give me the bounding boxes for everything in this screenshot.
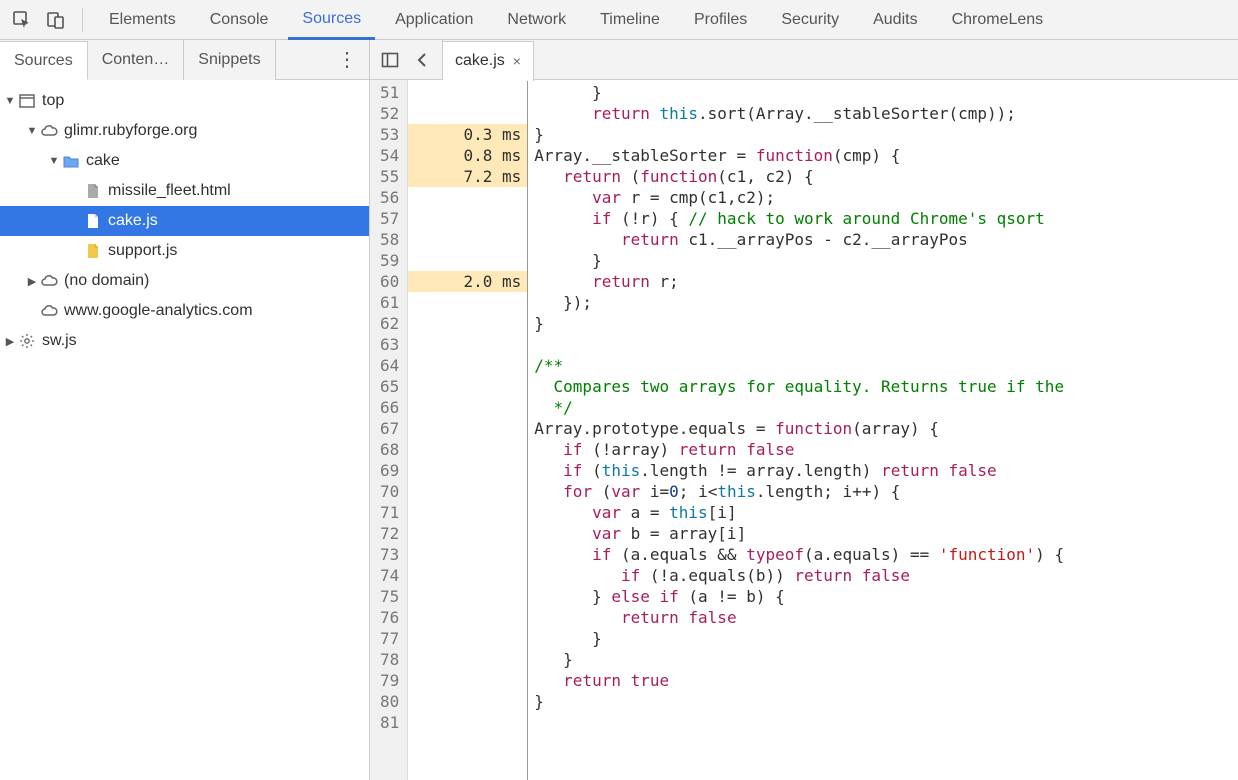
devtools-main-tabs: ElementsConsoleSourcesApplicationNetwork… <box>0 0 1238 40</box>
tree-item-1[interactable]: ▼ glimr.rubyforge.org <box>0 116 369 146</box>
cloud-icon <box>40 302 58 320</box>
tree-item-8[interactable]: ▶ sw.js <box>0 326 369 356</box>
tree-item-label: cake.js <box>108 212 158 230</box>
tree-item-0[interactable]: ▼ top <box>0 86 369 116</box>
sidebar-tabs: SourcesConten…Snippets ⋮ <box>0 40 369 80</box>
toggle-navigator-icon[interactable] <box>376 46 404 74</box>
tree-item-5[interactable]: support.js <box>0 236 369 266</box>
editor-tab-cakejs[interactable]: cake.js × <box>443 41 534 81</box>
cloud-icon <box>40 122 58 140</box>
history-back-icon[interactable] <box>408 46 436 74</box>
editor-tab-title: cake.js <box>455 52 505 70</box>
tree-item-3[interactable]: missile_fleet.html <box>0 176 369 206</box>
disclosure-triangle[interactable]: ▶ <box>26 275 38 288</box>
sources-sidebar: SourcesConten…Snippets ⋮ ▼ top ▼ glimr.ruby… <box>0 40 370 780</box>
side-tab-1[interactable]: Conten… <box>88 40 185 80</box>
disclosure-triangle[interactable]: ▼ <box>48 155 60 167</box>
top-tab-audits[interactable]: Audits <box>859 0 931 40</box>
disclosure-triangle[interactable]: ▼ <box>4 95 16 107</box>
disclosure-triangle[interactable]: ▶ <box>4 335 16 348</box>
tree-item-7[interactable]: www.google-analytics.com <box>0 296 369 326</box>
file-icon <box>84 182 102 200</box>
main-area: SourcesConten…Snippets ⋮ ▼ top ▼ glimr.ruby… <box>0 40 1238 780</box>
file-tree: ▼ top ▼ glimr.rubyforge.org ▼ cake missile_fle… <box>0 80 369 362</box>
side-tab-2[interactable]: Snippets <box>184 40 275 80</box>
code-content[interactable]: } return this.sort(Array.__stableSorter(… <box>528 80 1238 780</box>
top-tab-chromelens[interactable]: ChromeLens <box>938 0 1058 40</box>
top-tab-network[interactable]: Network <box>493 0 580 40</box>
top-tab-security[interactable]: Security <box>767 0 853 40</box>
file-sel-icon <box>84 212 102 230</box>
editor-area: cake.js × 515253545556575859606162636465… <box>370 40 1238 780</box>
top-tab-sources[interactable]: Sources <box>288 0 375 40</box>
top-tab-elements[interactable]: Elements <box>95 0 190 40</box>
inspect-element-icon[interactable] <box>8 6 36 34</box>
top-tab-console[interactable]: Console <box>196 0 283 40</box>
sidebar-more-icon[interactable]: ⋮ <box>325 47 369 72</box>
gear-icon <box>18 332 36 350</box>
cloud-icon <box>40 272 58 290</box>
tree-item-label: missile_fleet.html <box>108 182 231 200</box>
code-viewer[interactable]: 5152535455565758596061626364656667686970… <box>370 80 1238 780</box>
close-tab-icon[interactable]: × <box>513 53 521 69</box>
toggle-device-icon[interactable] <box>42 6 70 34</box>
tree-item-6[interactable]: ▶ (no domain) <box>0 266 369 296</box>
tree-item-4[interactable]: cake.js <box>0 206 369 236</box>
frame-icon <box>18 92 36 110</box>
top-tab-application[interactable]: Application <box>381 0 487 40</box>
tree-item-label: top <box>42 92 64 110</box>
tree-item-label: sw.js <box>42 332 77 350</box>
tree-item-label: cake <box>86 152 120 170</box>
top-tab-timeline[interactable]: Timeline <box>586 0 674 40</box>
editor-nav <box>370 40 443 80</box>
file-y-icon <box>84 242 102 260</box>
side-tab-0[interactable]: Sources <box>0 41 88 80</box>
tree-item-label: (no domain) <box>64 272 149 290</box>
disclosure-triangle[interactable]: ▼ <box>26 125 38 137</box>
line-number-gutter: 5152535455565758596061626364656667686970… <box>370 80 408 780</box>
editor-tabbar: cake.js × <box>370 40 1238 80</box>
folder-icon <box>62 152 80 170</box>
tree-item-label: glimr.rubyforge.org <box>64 122 197 140</box>
separator <box>82 8 83 32</box>
tree-item-2[interactable]: ▼ cake <box>0 146 369 176</box>
tree-item-label: support.js <box>108 242 177 260</box>
top-tab-profiles[interactable]: Profiles <box>680 0 761 40</box>
tree-item-label: www.google-analytics.com <box>64 302 253 320</box>
timing-gutter: 0.3 ms0.8 ms7.2 ms2.0 ms <box>408 80 528 780</box>
